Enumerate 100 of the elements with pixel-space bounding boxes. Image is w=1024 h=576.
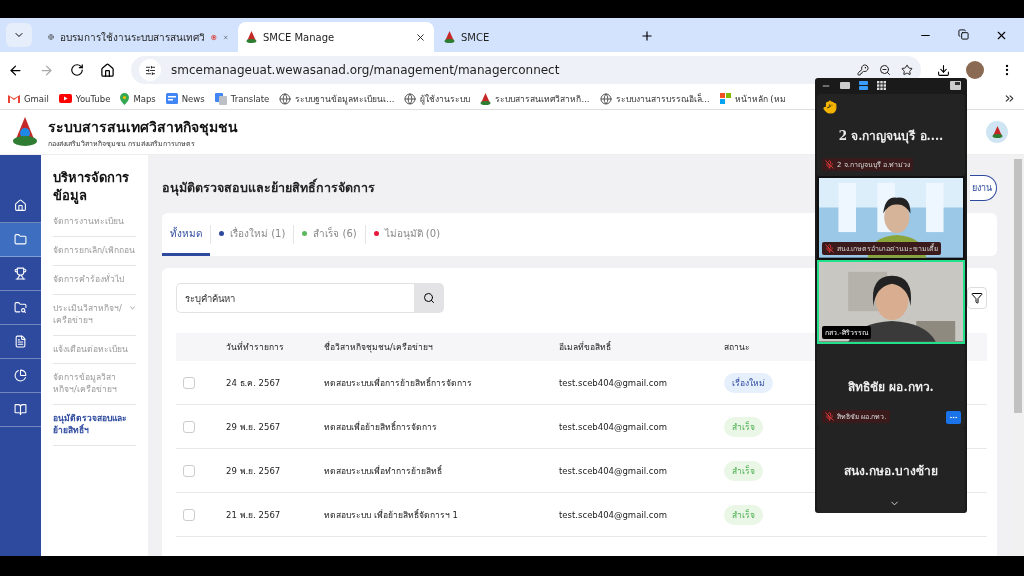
participant-name: สิทธิชัย ผอ.กทว.: [848, 378, 934, 396]
grid-view-icon[interactable]: [877, 81, 886, 91]
sidebar-title: บริหารจัดการข้อมูล: [53, 169, 130, 205]
site-settings-icon[interactable]: [144, 64, 156, 76]
restore-icon[interactable]: [958, 28, 969, 40]
trophy-icon: [14, 267, 27, 280]
emblem-icon: [480, 92, 492, 105]
email-cell-text: test.sceb404@gmail.com: [559, 377, 668, 388]
bookmark-link[interactable]: Translate: [214, 92, 270, 105]
email-cell-text: test.sceb404@gmail.com: [559, 421, 668, 432]
search-icon: [423, 292, 435, 304]
status-badge: สำเร็จ: [724, 504, 763, 525]
pie-chart-icon: [14, 369, 27, 382]
home-icon: [14, 199, 27, 212]
bookmark-label: YouTube: [75, 93, 111, 104]
email-cell-text: test.sceb404@gmail.com: [559, 509, 668, 520]
row-checkbox[interactable]: [183, 376, 195, 389]
filter-icon: [971, 292, 983, 304]
new-tab-icon[interactable]: [640, 29, 654, 43]
mic-off-icon: [825, 412, 834, 422]
stacked-view-icon[interactable]: [859, 81, 868, 91]
bookmark-link[interactable]: Maps: [120, 92, 156, 105]
gmail-icon: [8, 94, 20, 103]
back-icon[interactable]: [8, 62, 23, 78]
date-cell-text: 29 พ.ย. 2567: [226, 464, 282, 478]
bookmark-label: Maps: [133, 93, 156, 104]
address-bar[interactable]: smcemanageuat.wewasanad.org/management/managerconnect: [131, 56, 921, 84]
action-button[interactable]: ยงาน: [970, 175, 997, 201]
name-cell-text: ทดสอบระบบเพื่อทำการย้ายสิทธิ์: [324, 464, 443, 478]
bookmark-link[interactable]: Gmail: [8, 93, 49, 104]
bookmark-link[interactable]: YouTube: [58, 93, 111, 104]
translate-icon: [214, 92, 227, 105]
date-cell-text: 24 ธ.ค. 2567: [226, 376, 282, 390]
page-title: อนุมัติตรวจสอบและย้ายสิทธิ์การจัดการ: [162, 178, 375, 198]
participant-name: สนง.กษอ.บางซ้าย: [843, 463, 939, 481]
search-field[interactable]: ระบุคำค้นหา: [176, 283, 414, 313]
picture-in-picture-icon[interactable]: [950, 81, 961, 91]
column-header: สถานะ: [724, 341, 751, 354]
date-cell-text: 29 พ.ย. 2567: [226, 420, 282, 434]
row-checkbox[interactable]: [183, 420, 195, 433]
name-cell-text: ทดสอบระบบ เพื่อย้ายสิทธิ์จัดการฯ 1: [324, 508, 459, 522]
status-badge: สำเร็จ: [724, 460, 763, 481]
scrollbar-thumb[interactable]: [1014, 159, 1022, 413]
status-badge: สำเร็จ: [724, 416, 763, 437]
emblem-icon: [246, 31, 257, 43]
book-icon: [14, 403, 27, 416]
name-cell-text: ทดสอบระบบเพื่อการย้ายสิทธิ์การจัดการ: [324, 376, 473, 390]
bookmark-label: ระบบฐานข้อมูลทะเบียนเ...: [295, 92, 395, 106]
bookmark-link[interactable]: ระบบงานสารบรรณอิเล็...: [599, 91, 710, 106]
tab-search-button[interactable]: [6, 23, 32, 47]
single-view-icon[interactable]: [840, 82, 850, 90]
bookmark-label: Translate: [230, 93, 270, 104]
column-header: อีเมลที่ขอสิทธิ์: [559, 340, 612, 354]
bookmark-star-icon[interactable]: [901, 64, 913, 76]
folder-search-icon: [14, 301, 27, 314]
reload-icon[interactable]: [70, 63, 84, 77]
browser-tab[interactable]: SMCE: [436, 22, 632, 52]
bookmark-link[interactable]: ระบบฐานข้อมูลทะเบียนเ...: [279, 91, 395, 106]
more-bookmarks-icon[interactable]: [1003, 92, 1016, 105]
site-title: ระบบสารสนเทศวิสาหกิจชุมชน: [48, 117, 238, 138]
key-icon[interactable]: [857, 64, 869, 76]
filter-tab[interactable]: เรื่องใหม่ (1): [211, 213, 294, 256]
emblem-logo: [12, 117, 38, 147]
search-button[interactable]: [414, 283, 444, 313]
raised-hand-icon: [823, 99, 837, 114]
filter-tab[interactable]: สำเร็จ (6): [294, 213, 365, 256]
name-cell-text: ทดสอบเพื่อย้ายสิทธิ์การจัดการ: [324, 420, 438, 434]
document-icon: [14, 335, 27, 348]
mic-off-icon: [825, 244, 834, 254]
row-checkbox[interactable]: [183, 508, 195, 521]
zoom-out-icon[interactable]: [879, 64, 891, 76]
bookmark-label: ระบบงานสารบรรณอิเล็...: [615, 92, 710, 106]
browser-tab[interactable]: อบรมการใช้งานระบบสารสนเทศวิ: [40, 22, 236, 52]
sidebar-item[interactable]: อนุมัติตรวจสอบและย้ายสิทธิ์ฯ: [53, 405, 136, 446]
bookmark-link[interactable]: ระบบสารสนเทศวิสาหกิ...: [480, 91, 590, 106]
download-icon[interactable]: [937, 63, 950, 77]
bookmark-label: หน้าหลัก (หม: [734, 92, 786, 106]
map-pin-icon: [120, 92, 130, 105]
user-avatar[interactable]: [986, 121, 1008, 143]
emblem-icon: [991, 126, 1003, 138]
date-cell-text: 21 พ.ย. 2567: [226, 508, 282, 522]
bookmark-link[interactable]: ผู้ใช้งานระบบ: [404, 91, 471, 106]
row-checkbox[interactable]: [183, 464, 195, 477]
email-cell-text: test.sceb404@gmail.com: [559, 465, 668, 476]
more-button[interactable]: [946, 411, 961, 425]
bookmark-label: News: [181, 93, 205, 104]
status-badge: เรื่องใหม่: [724, 372, 773, 393]
profile-avatar[interactable]: [966, 61, 984, 79]
close-icon[interactable]: [415, 31, 426, 43]
bookmark-label: ระบบสารสนเทศวิสาหกิ...: [495, 92, 590, 106]
nav-rail-button[interactable]: [0, 223, 41, 257]
filter-button[interactable]: [967, 287, 987, 309]
participant-name: 2 จ.กาญจนบุรี อ....: [838, 127, 944, 145]
bookmark-link[interactable]: หน้าหลัก (หม: [719, 91, 786, 106]
bookmark-link[interactable]: News: [165, 93, 205, 104]
folder-icon: [14, 233, 27, 246]
filter-tab[interactable]: ไม่อนุมัติ (0): [365, 213, 449, 256]
browser-tab[interactable]: SMCE Manage: [238, 22, 434, 52]
home-icon[interactable]: [100, 62, 115, 78]
play-icon: [58, 94, 72, 103]
